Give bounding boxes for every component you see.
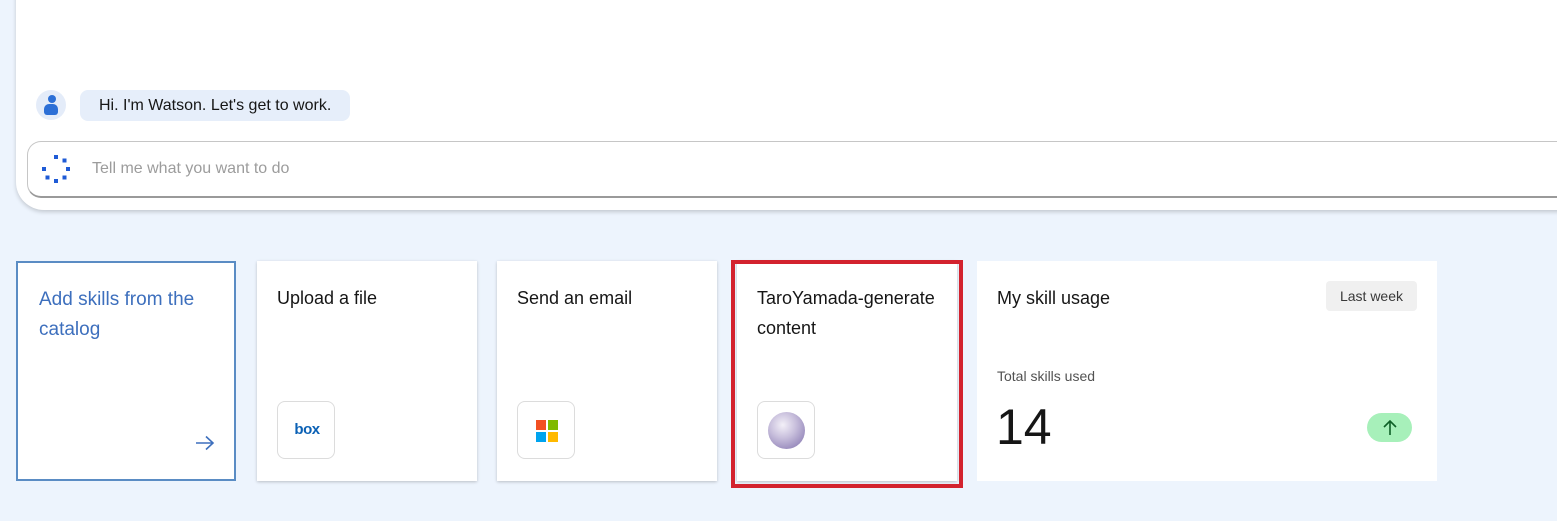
box-app-tile: box (277, 401, 335, 459)
microsoft-logo (536, 420, 558, 442)
watson-avatar-icon (36, 90, 66, 120)
microsoft-app-tile (517, 401, 575, 459)
avatar-head (48, 95, 56, 103)
box-logo: box (294, 421, 320, 438)
prompt-input[interactable] (92, 150, 992, 188)
add-skills-title: Add skills from the catalog (39, 289, 195, 340)
prompt-box[interactable] (27, 141, 1557, 198)
send-email-card[interactable]: Send an email (497, 261, 717, 481)
total-skills-value: 14 (996, 399, 1052, 455)
trend-up-badge (1367, 413, 1412, 442)
upload-file-title: Upload a file (277, 288, 378, 308)
total-skills-label: Total skills used (997, 368, 1096, 384)
generate-content-card[interactable]: TaroYamada-generate content (737, 261, 957, 481)
custom-skill-orb-icon (768, 412, 805, 449)
greeting-message: Hi. I'm Watson. Let's get to work. (80, 90, 351, 121)
skill-usage-card: My skill usage Last week Total skills us… (977, 261, 1437, 481)
arrow-right-icon (196, 435, 215, 451)
generate-content-title: TaroYamada-generate content (757, 288, 935, 338)
send-email-title: Send an email (517, 288, 633, 308)
period-badge[interactable]: Last week (1326, 281, 1417, 311)
spinner-icon (42, 155, 70, 183)
avatar-body (44, 104, 58, 115)
add-skills-card[interactable]: Add skills from the catalog (16, 261, 236, 481)
arrow-up-icon (1383, 419, 1397, 435)
custom-skill-app-tile (757, 401, 815, 459)
upload-file-card[interactable]: Upload a file box (257, 261, 477, 481)
